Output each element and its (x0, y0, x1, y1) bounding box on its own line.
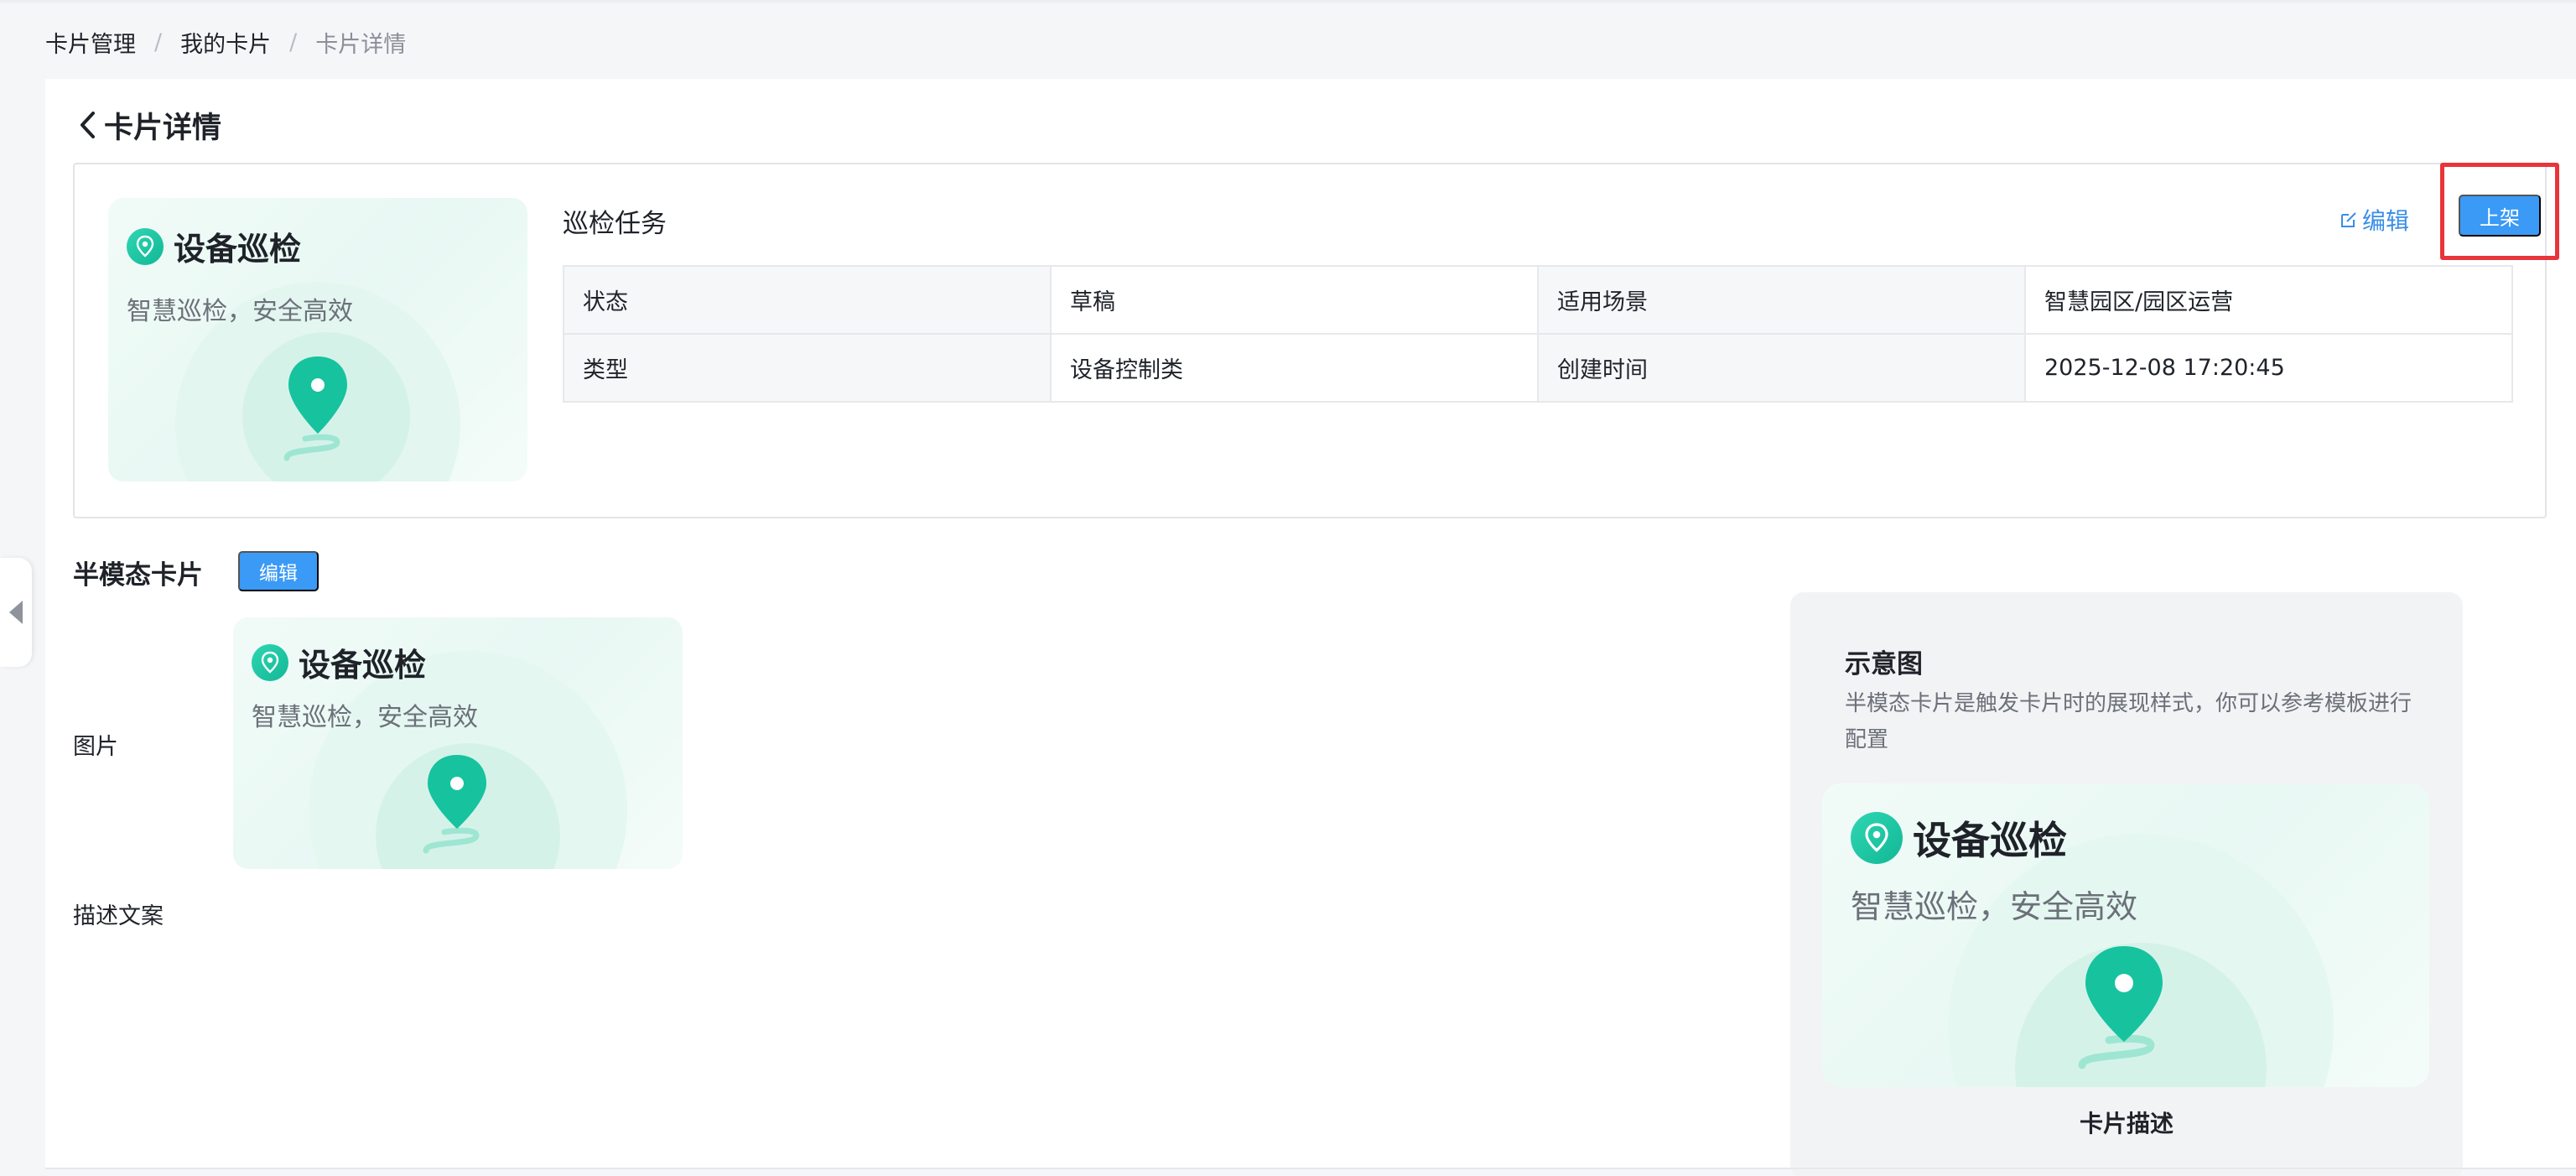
card-name-text: 设备巡检 (1913, 818, 2067, 863)
breadcrumb-my-cards[interactable]: 我的卡片 (180, 26, 271, 59)
card-info-table: 状态 草稿 适用场景 智慧园区/园区运营 类型 设备控制类 创建时间 2025-… (563, 265, 2513, 403)
schematic-panel: 示意图 半模态卡片是触发卡片时的展现样式，你可以参考模板进行配置 设备巡检 智慧… (1790, 592, 2463, 1176)
task-title: 巡检任务 (563, 209, 667, 239)
location-logo-icon (127, 227, 164, 265)
edit-icon (2341, 212, 2356, 227)
status-value: 草稿 (1050, 265, 1539, 335)
top-shadow (0, 0, 2576, 5)
description-label: 描述文案 (73, 903, 164, 929)
card-summary: 设备巡检 智慧巡检，安全高效 巡检任务 编辑 上架 状态 草稿 适用场景 智慧园… (73, 163, 2559, 518)
map-pin-icon (423, 755, 486, 854)
map-pin-icon (283, 356, 347, 461)
preview-caption: 卡片描述 (2079, 1110, 2174, 1137)
card-slogan: 智慧巡检，安全高效 (127, 297, 353, 326)
semi-modal-image: 设备巡检 智慧巡检，安全高效 (233, 617, 683, 869)
status-label: 状态 (563, 265, 1052, 335)
edit-card-label: 编辑 (2362, 207, 2410, 235)
card-name: 设备巡检 (252, 639, 426, 685)
created-time-value: 2025-12-08 17:20:45 (2024, 333, 2513, 403)
table-row: 状态 草稿 适用场景 智慧园区/园区运营 (563, 265, 2513, 335)
detail-panel: 卡片详情 设备巡检 智慧巡检，安全高效 巡检任务 编辑 上架 状态 草稿 适用场… (45, 79, 2576, 1176)
scenario-value: 智慧园区/园区运营 (2024, 265, 2513, 335)
breadcrumb-card-management[interactable]: 卡片管理 (45, 26, 136, 59)
created-time-label: 创建时间 (1537, 333, 2026, 403)
map-pin-icon (2078, 946, 2163, 1069)
card-name: 设备巡检 (127, 223, 301, 269)
semi-modal-edit-button[interactable]: 编辑 (238, 551, 319, 591)
table-row: 类型 设备控制类 创建时间 2025-12-08 17:20:45 (563, 333, 2513, 403)
semi-modal-title: 半模态卡片 (73, 560, 203, 591)
card-slogan: 智慧巡检，安全高效 (1851, 888, 2138, 925)
schematic-description: 半模态卡片是触发卡片时的展现样式，你可以参考模板进行配置 (1845, 691, 2412, 752)
type-label: 类型 (563, 333, 1052, 403)
card-name-text: 设备巡检 (299, 647, 427, 684)
breadcrumb-separator: / (154, 29, 163, 55)
breadcrumb-card-detail: 卡片详情 (315, 31, 407, 58)
card-name-text: 设备巡检 (174, 231, 302, 268)
edit-card-link[interactable]: 编辑 (2339, 203, 2409, 237)
caret-left-icon (9, 601, 23, 624)
back-chevron-icon[interactable] (74, 108, 101, 142)
sidebar-collapse-handle[interactable] (0, 558, 32, 667)
bottom-divider (45, 1168, 2576, 1169)
type-value: 设备控制类 (1050, 333, 1539, 403)
location-logo-icon (252, 643, 288, 681)
card-name: 设备巡检 (1851, 810, 2067, 866)
scenario-label: 适用场景 (1537, 265, 2026, 335)
page-title-text: 卡片详情 (104, 111, 222, 145)
breadcrumb-separator: / (289, 29, 298, 55)
schematic-preview-card: 设备巡检 智慧巡检，安全高效 (1822, 783, 2429, 1087)
schematic-title: 示意图 (1845, 649, 1923, 679)
page-title: 卡片详情 (74, 104, 221, 146)
card-slogan: 智慧巡检，安全高效 (252, 703, 478, 732)
card-thumbnail: 设备巡检 智慧巡检，安全高效 (108, 198, 527, 481)
breadcrumb: 卡片管理 / 我的卡片 / 卡片详情 (45, 25, 406, 59)
image-label: 图片 (73, 734, 118, 760)
publish-button[interactable]: 上架 (2459, 195, 2541, 237)
location-logo-icon (1851, 812, 1903, 864)
